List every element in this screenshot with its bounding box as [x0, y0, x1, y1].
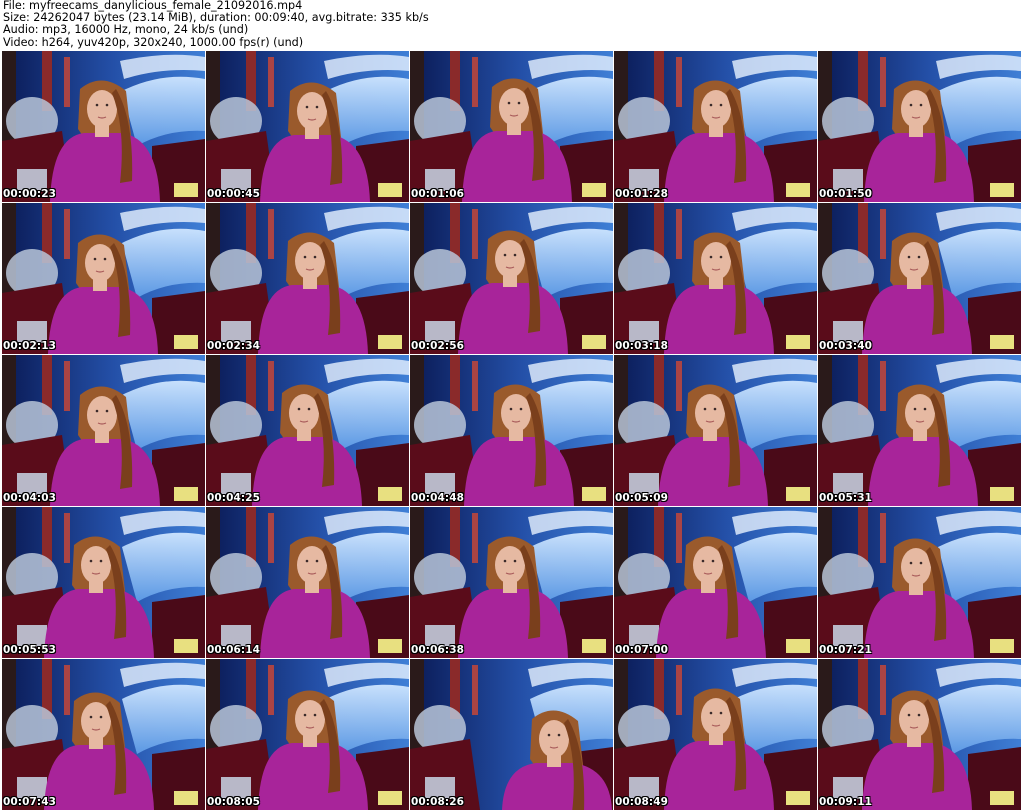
video-frame-thumbnail: 00:04:48: [410, 355, 613, 506]
frame-timecode: 00:04:48: [411, 492, 465, 504]
frame-timecode: 00:05:53: [3, 644, 57, 656]
video-frame-thumbnail: 00:07:21: [818, 507, 1021, 658]
video-frame-thumbnail: 00:07:00: [614, 507, 817, 658]
webcam-frame-image: [2, 203, 205, 354]
webcam-frame-image: [614, 203, 817, 354]
frame-timecode: 00:00:23: [3, 188, 57, 200]
video-frame-thumbnail: 00:03:40: [818, 203, 1021, 354]
frame-timecode: 00:02:56: [411, 340, 465, 352]
frame-timecode: 00:00:45: [207, 188, 261, 200]
webcam-frame-image: [410, 507, 613, 658]
webcam-frame-image: [614, 355, 817, 506]
frame-timecode: 00:01:28: [615, 188, 669, 200]
video-frame-thumbnail: 00:06:38: [410, 507, 613, 658]
frame-timecode: 00:02:34: [207, 340, 261, 352]
webcam-frame-image: [206, 507, 409, 658]
file-size-line: Size: 24262047 bytes (23.14 MiB), durati…: [3, 12, 429, 25]
video-frame-thumbnail: 00:05:09: [614, 355, 817, 506]
webcam-frame-image: [206, 51, 409, 202]
webcam-frame-image: [206, 203, 409, 354]
webcam-frame-image: [614, 51, 817, 202]
frame-timecode: 00:05:09: [615, 492, 669, 504]
frame-timecode: 00:02:13: [3, 340, 57, 352]
webcam-frame-image: [206, 355, 409, 506]
webcam-frame-image: [206, 659, 409, 810]
video-frame-thumbnail: 00:07:43: [2, 659, 205, 810]
video-frame-thumbnail: 00:05:53: [2, 507, 205, 658]
frame-timecode: 00:08:26: [411, 796, 465, 808]
webcam-frame-image: [818, 355, 1021, 506]
video-frame-thumbnail: 00:06:14: [206, 507, 409, 658]
video-frame-thumbnail: 00:00:45: [206, 51, 409, 202]
video-frame-thumbnail: 00:04:25: [206, 355, 409, 506]
frame-timecode: 00:01:50: [819, 188, 873, 200]
video-frame-thumbnail: 00:02:56: [410, 203, 613, 354]
frame-timecode: 00:07:43: [3, 796, 57, 808]
frame-timecode: 00:07:00: [615, 644, 669, 656]
video-frame-thumbnail: 00:05:31: [818, 355, 1021, 506]
video-frame-thumbnail: 00:03:18: [614, 203, 817, 354]
webcam-frame-image: [614, 507, 817, 658]
frame-timecode: 00:05:31: [819, 492, 873, 504]
frame-timecode: 00:04:25: [207, 492, 261, 504]
webcam-frame-image: [818, 51, 1021, 202]
webcam-frame-image: [818, 507, 1021, 658]
frame-timecode: 00:04:03: [3, 492, 57, 504]
video-frame-thumbnail: 00:08:26: [410, 659, 613, 810]
file-name-line: File: myfreecams_danylicious_female_2109…: [3, 0, 303, 12]
frame-timecode: 00:03:18: [615, 340, 669, 352]
webcam-frame-image: [614, 659, 817, 810]
webcam-frame-image: [2, 507, 205, 658]
frame-timecode: 00:06:14: [207, 644, 261, 656]
video-frame-thumbnail: 00:08:05: [206, 659, 409, 810]
video-frame-thumbnail: 00:02:13: [2, 203, 205, 354]
video-frame-thumbnail: 00:08:49: [614, 659, 817, 810]
webcam-frame-image: [410, 203, 613, 354]
video-frame-thumbnail: 00:00:23: [2, 51, 205, 202]
webcam-frame-image: [818, 659, 1021, 810]
webcam-frame-image: [410, 51, 613, 202]
video-frame-thumbnail: 00:04:03: [2, 355, 205, 506]
frame-timecode: 00:09:11: [819, 796, 873, 808]
frame-timecode: 00:03:40: [819, 340, 873, 352]
frame-timecode: 00:08:49: [615, 796, 669, 808]
webcam-frame-image: [2, 355, 205, 506]
webcam-frame-image: [410, 355, 613, 506]
frame-timecode: 00:08:05: [207, 796, 261, 808]
file-info-header: File: myfreecams_danylicious_female_2109…: [3, 0, 1021, 50]
webcam-frame-image: [2, 659, 205, 810]
webcam-frame-image: [2, 51, 205, 202]
video-frame-thumbnail: 00:09:11: [818, 659, 1021, 810]
video-frame-thumbnail: 00:01:28: [614, 51, 817, 202]
video-frame-thumbnail: 00:02:34: [206, 203, 409, 354]
video-frame-thumbnail: 00:01:50: [818, 51, 1021, 202]
frame-timecode: 00:06:38: [411, 644, 465, 656]
thumbnail-grid: 00:00:23 00:00:45 00:01:06 00:01:28 00:01:50…: [2, 51, 1022, 811]
webcam-frame-image: [818, 203, 1021, 354]
video-info-line: Video: h264, yuv420p, 320x240, 1000.00 f…: [3, 36, 304, 49]
audio-info-line: Audio: mp3, 16000 Hz, mono, 24 kb/s (und…: [3, 24, 249, 37]
frame-timecode: 00:07:21: [819, 644, 873, 656]
webcam-frame-image: [410, 659, 613, 810]
video-frame-thumbnail: 00:01:06: [410, 51, 613, 202]
frame-timecode: 00:01:06: [411, 188, 465, 200]
